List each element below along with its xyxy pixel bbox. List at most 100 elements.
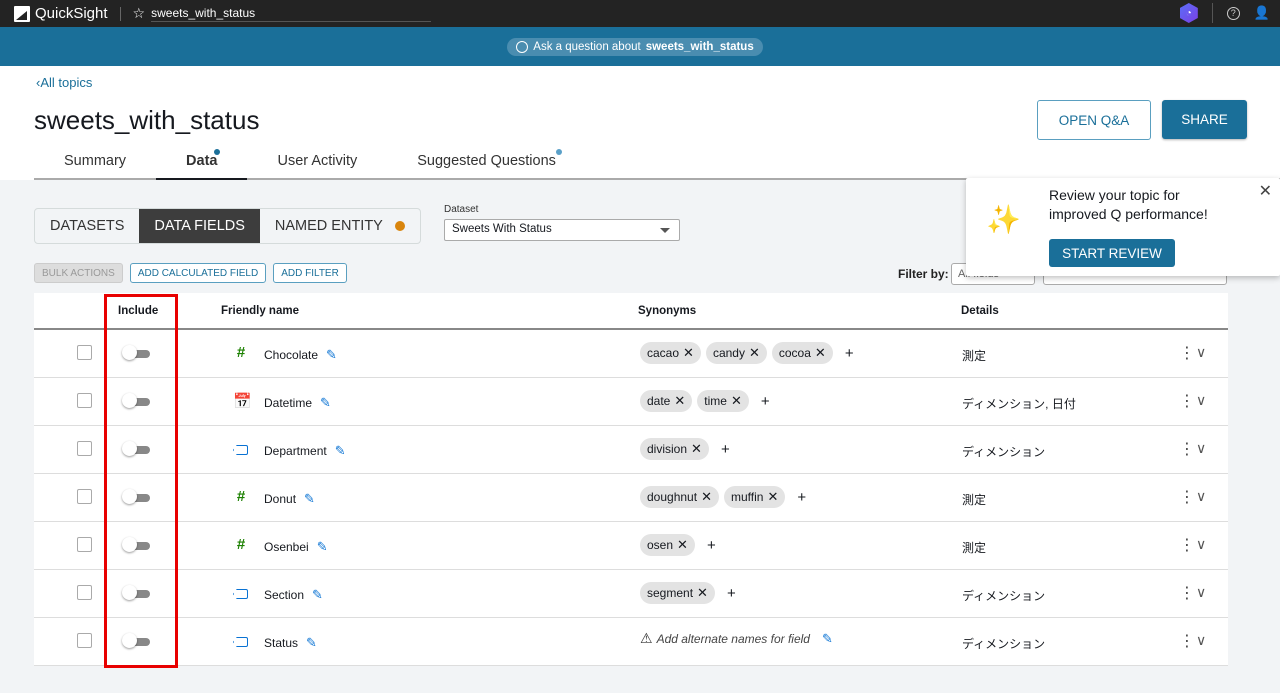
pencil-icon[interactable]: ✎ <box>304 491 315 507</box>
all-topics-link[interactable]: ‹All topics <box>36 75 92 90</box>
add-synonym-icon[interactable]: + <box>727 585 736 602</box>
row-checkbox[interactable] <box>77 393 92 408</box>
add-synonym-icon[interactable]: + <box>761 393 770 410</box>
field-name: Status ✎ <box>264 635 317 651</box>
dimension-tag-icon <box>233 445 248 455</box>
more-options-icon[interactable]: ⋮ <box>1179 583 1195 603</box>
pencil-icon[interactable]: ✎ <box>822 631 833 647</box>
field-name: Chocolate ✎ <box>264 347 337 363</box>
more-options-icon[interactable]: ⋮ <box>1179 631 1195 651</box>
add-synonym-icon[interactable]: + <box>721 441 730 458</box>
chevron-down-icon[interactable]: ∨ <box>1196 344 1206 361</box>
ask-question-button[interactable]: Ask a question about sweets_with_status <box>507 37 763 56</box>
more-options-icon[interactable]: ⋮ <box>1179 439 1195 459</box>
more-options-icon[interactable]: ⋮ <box>1179 535 1195 555</box>
table-row: # Chocolate ✎ cacao ✕ candy ✕ cocoa ✕ + 測定 ⋮ ∨ <box>34 330 1228 378</box>
synonym-chip: doughnut ✕ <box>640 486 719 508</box>
dimension-tag-icon <box>233 589 248 599</box>
include-toggle[interactable] <box>122 633 150 648</box>
help-icon[interactable]: ? <box>1226 6 1240 20</box>
tab-user-activity[interactable]: User Activity <box>247 146 387 180</box>
row-checkbox[interactable] <box>77 441 92 456</box>
remove-synonym-icon[interactable]: ✕ <box>691 441 702 457</box>
share-button[interactable]: SHARE <box>1162 100 1247 139</box>
more-options-icon[interactable]: ⋮ <box>1179 487 1195 507</box>
row-checkbox[interactable] <box>77 489 92 504</box>
pencil-icon[interactable]: ✎ <box>335 443 346 459</box>
row-checkbox[interactable] <box>77 537 92 552</box>
more-options-icon[interactable]: ⋮ <box>1179 343 1195 363</box>
remove-synonym-icon[interactable]: ✕ <box>683 345 694 361</box>
add-calculated-field-button[interactable]: ADD CALCULATED FIELD <box>129 263 267 283</box>
pencil-icon[interactable]: ✎ <box>317 539 328 555</box>
open-qa-button[interactable]: OPEN Q&A <box>1037 100 1151 140</box>
include-toggle[interactable] <box>122 537 150 552</box>
details-cell: ディメンション <box>962 589 1046 603</box>
synonym-chip: cacao ✕ <box>640 342 701 364</box>
segment-named-entity[interactable]: NAMED ENTITY <box>260 209 420 243</box>
chevron-down-icon[interactable]: ∨ <box>1196 632 1206 649</box>
tab-suggested-questions[interactable]: Suggested Questions <box>387 146 586 180</box>
data-view-segments: DATASETS DATA FIELDS NAMED ENTITY <box>34 208 421 244</box>
synonyms-cell: ⚠ Add alternate names for field ✎ <box>640 630 833 647</box>
star-icon[interactable]: ☆ <box>133 5 146 22</box>
remove-synonym-icon[interactable]: ✕ <box>674 393 685 409</box>
user-icon[interactable]: 👤 <box>1254 5 1270 21</box>
more-options-icon[interactable]: ⋮ <box>1179 391 1195 411</box>
include-toggle[interactable] <box>122 585 150 600</box>
synonym-chip: date ✕ <box>640 390 693 412</box>
close-icon[interactable]: ✕ <box>1259 181 1272 201</box>
details-cell: 測定 <box>962 493 987 507</box>
remove-synonym-icon[interactable]: ✕ <box>697 585 708 601</box>
chevron-down-icon[interactable]: ∨ <box>1196 488 1206 505</box>
header-friendly-name[interactable]: Friendly name <box>221 305 299 317</box>
remove-synonym-icon[interactable]: ✕ <box>677 537 688 553</box>
tab-summary[interactable]: Summary <box>34 146 156 180</box>
quicksight-logo[interactable]: QuickSight <box>14 5 108 22</box>
remove-synonym-icon[interactable]: ✕ <box>815 345 826 361</box>
add-synonym-icon[interactable]: + <box>845 345 854 362</box>
chevron-down-icon[interactable]: ∨ <box>1196 584 1206 601</box>
document-name[interactable]: sweets_with_status <box>151 6 432 22</box>
add-synonym-icon[interactable]: + <box>707 537 716 554</box>
synonyms-cell: doughnut ✕ muffin ✕ + <box>640 486 806 508</box>
segment-data-fields[interactable]: DATA FIELDS <box>139 209 260 243</box>
chevron-down-icon[interactable]: ∨ <box>1196 440 1206 457</box>
row-checkbox[interactable] <box>77 633 92 648</box>
row-checkbox[interactable] <box>77 345 92 360</box>
remove-synonym-icon[interactable]: ✕ <box>701 489 712 505</box>
start-review-button[interactable]: START REVIEW <box>1049 239 1175 267</box>
pencil-icon[interactable]: ✎ <box>326 347 337 363</box>
segment-datasets[interactable]: DATASETS <box>35 209 139 243</box>
add-synonym-icon[interactable]: + <box>797 489 806 506</box>
pencil-icon[interactable]: ✎ <box>320 395 331 411</box>
table-row: # Donut ✎ doughnut ✕ muffin ✕ + 測定 ⋮ ∨ <box>34 474 1228 522</box>
pencil-icon[interactable]: ✎ <box>312 587 323 603</box>
include-toggle[interactable] <box>122 345 150 360</box>
chevron-down-icon[interactable]: ∨ <box>1196 392 1206 409</box>
synonym-chip: division ✕ <box>640 438 709 460</box>
q-icon <box>516 40 529 53</box>
field-name: Donut ✎ <box>264 491 315 507</box>
amazon-q-icon[interactable]: ◔ <box>1179 3 1198 23</box>
number-field-icon: # <box>236 536 246 553</box>
row-checkbox[interactable] <box>77 585 92 600</box>
header-include[interactable]: Include <box>118 305 158 317</box>
include-toggle[interactable] <box>122 441 150 456</box>
caret-down-icon <box>660 228 670 233</box>
bulk-actions-button[interactable]: BULK ACTIONS <box>34 263 123 283</box>
tab-data[interactable]: Data <box>156 146 248 180</box>
dataset-select[interactable]: Sweets With Status <box>444 219 680 241</box>
add-synonyms-hint[interactable]: ⚠ Add alternate names for field ✎ <box>640 630 833 647</box>
synonym-chip: osen ✕ <box>640 534 695 556</box>
remove-synonym-icon[interactable]: ✕ <box>767 489 778 505</box>
divider <box>1211 3 1213 23</box>
remove-synonym-icon[interactable]: ✕ <box>731 393 742 409</box>
chevron-down-icon[interactable]: ∨ <box>1196 536 1206 553</box>
top-bar: QuickSight ☆ sweets_with_status ◔ ? 👤 <box>0 0 1280 27</box>
include-toggle[interactable] <box>122 489 150 504</box>
add-filter-button[interactable]: ADD FILTER <box>273 263 347 283</box>
include-toggle[interactable] <box>122 393 150 408</box>
pencil-icon[interactable]: ✎ <box>306 635 317 651</box>
remove-synonym-icon[interactable]: ✕ <box>749 345 760 361</box>
